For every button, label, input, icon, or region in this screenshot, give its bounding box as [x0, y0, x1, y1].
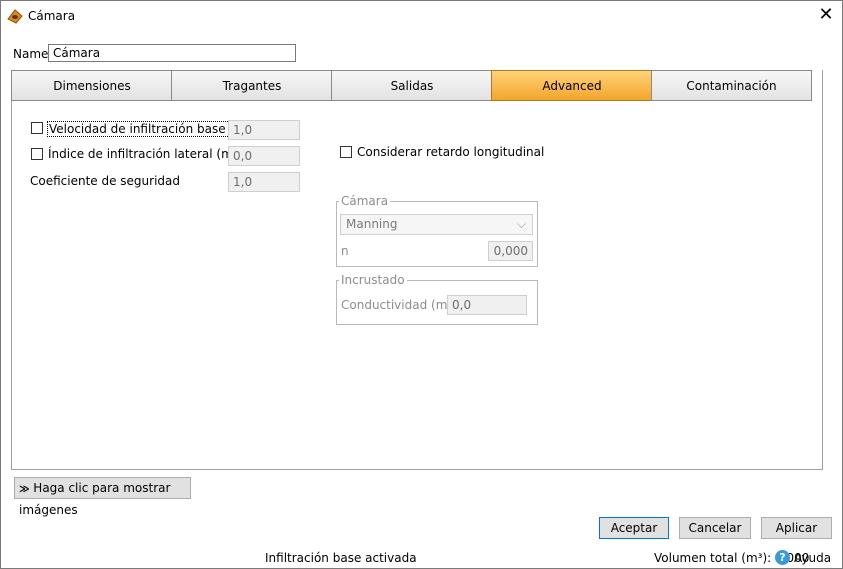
camara-group-title: Cámara: [339, 194, 391, 208]
close-icon[interactable]: ✕: [816, 5, 836, 25]
incrustado-group-title: Incrustado: [339, 273, 407, 287]
tab-contaminacion[interactable]: Contaminación: [651, 70, 812, 101]
velocidad-input[interactable]: 1,0: [228, 120, 300, 140]
double-chevron-down-icon: ≫: [19, 484, 30, 495]
help-link[interactable]: Ayuda: [794, 551, 831, 565]
coeficiente-input[interactable]: 1,0: [228, 172, 300, 192]
show-images-button[interactable]: ≫ Haga clic para mostrar imágenes: [14, 477, 191, 517]
tab-tragantes[interactable]: Tragantes: [171, 70, 332, 101]
name-label: Name: [13, 47, 49, 61]
conductividad-input[interactable]: 0,0: [447, 295, 527, 315]
chevron-down-icon: ⌵: [516, 217, 526, 231]
show-images-label: Haga clic para mostrar imágenes: [19, 481, 171, 517]
cancel-button[interactable]: Cancelar: [679, 517, 751, 539]
retardo-checkbox[interactable]: [340, 146, 352, 158]
coeficiente-label: Coeficiente de seguridad: [30, 174, 181, 188]
manhole-chamber-icon: [6, 7, 24, 25]
velocidad-checkbox[interactable]: [31, 122, 43, 134]
window-title: Cámara: [28, 9, 76, 23]
camara-method-value: Manning: [346, 217, 398, 231]
tab-advanced[interactable]: Advanced: [491, 70, 652, 101]
status-message: Infiltración base activada: [265, 551, 417, 565]
tab-dimensiones[interactable]: Dimensiones: [11, 70, 172, 101]
title-bar: [1, 1, 842, 32]
n-input[interactable]: 0,000: [488, 241, 533, 261]
camara-method-select[interactable]: Manning ⌵: [340, 214, 533, 235]
n-label: n: [341, 244, 349, 258]
tab-strip: Dimensiones Tragantes Salidas Advanced C…: [11, 70, 812, 102]
indice-label: Índice de infiltración lateral (m/h): [48, 147, 250, 161]
help-circle-icon[interactable]: ?: [775, 550, 790, 565]
conductividad-label: Conductividad (m/h): [341, 298, 464, 312]
apply-button[interactable]: Aplicar: [761, 517, 832, 539]
retardo-label: Considerar retardo longitudinal: [357, 145, 545, 159]
indice-checkbox[interactable]: [31, 148, 43, 160]
name-input[interactable]: Cámara: [48, 44, 296, 62]
indice-input[interactable]: 0,0: [228, 146, 300, 166]
accept-button[interactable]: Aceptar: [599, 517, 669, 539]
tab-salidas[interactable]: Salidas: [331, 70, 492, 101]
